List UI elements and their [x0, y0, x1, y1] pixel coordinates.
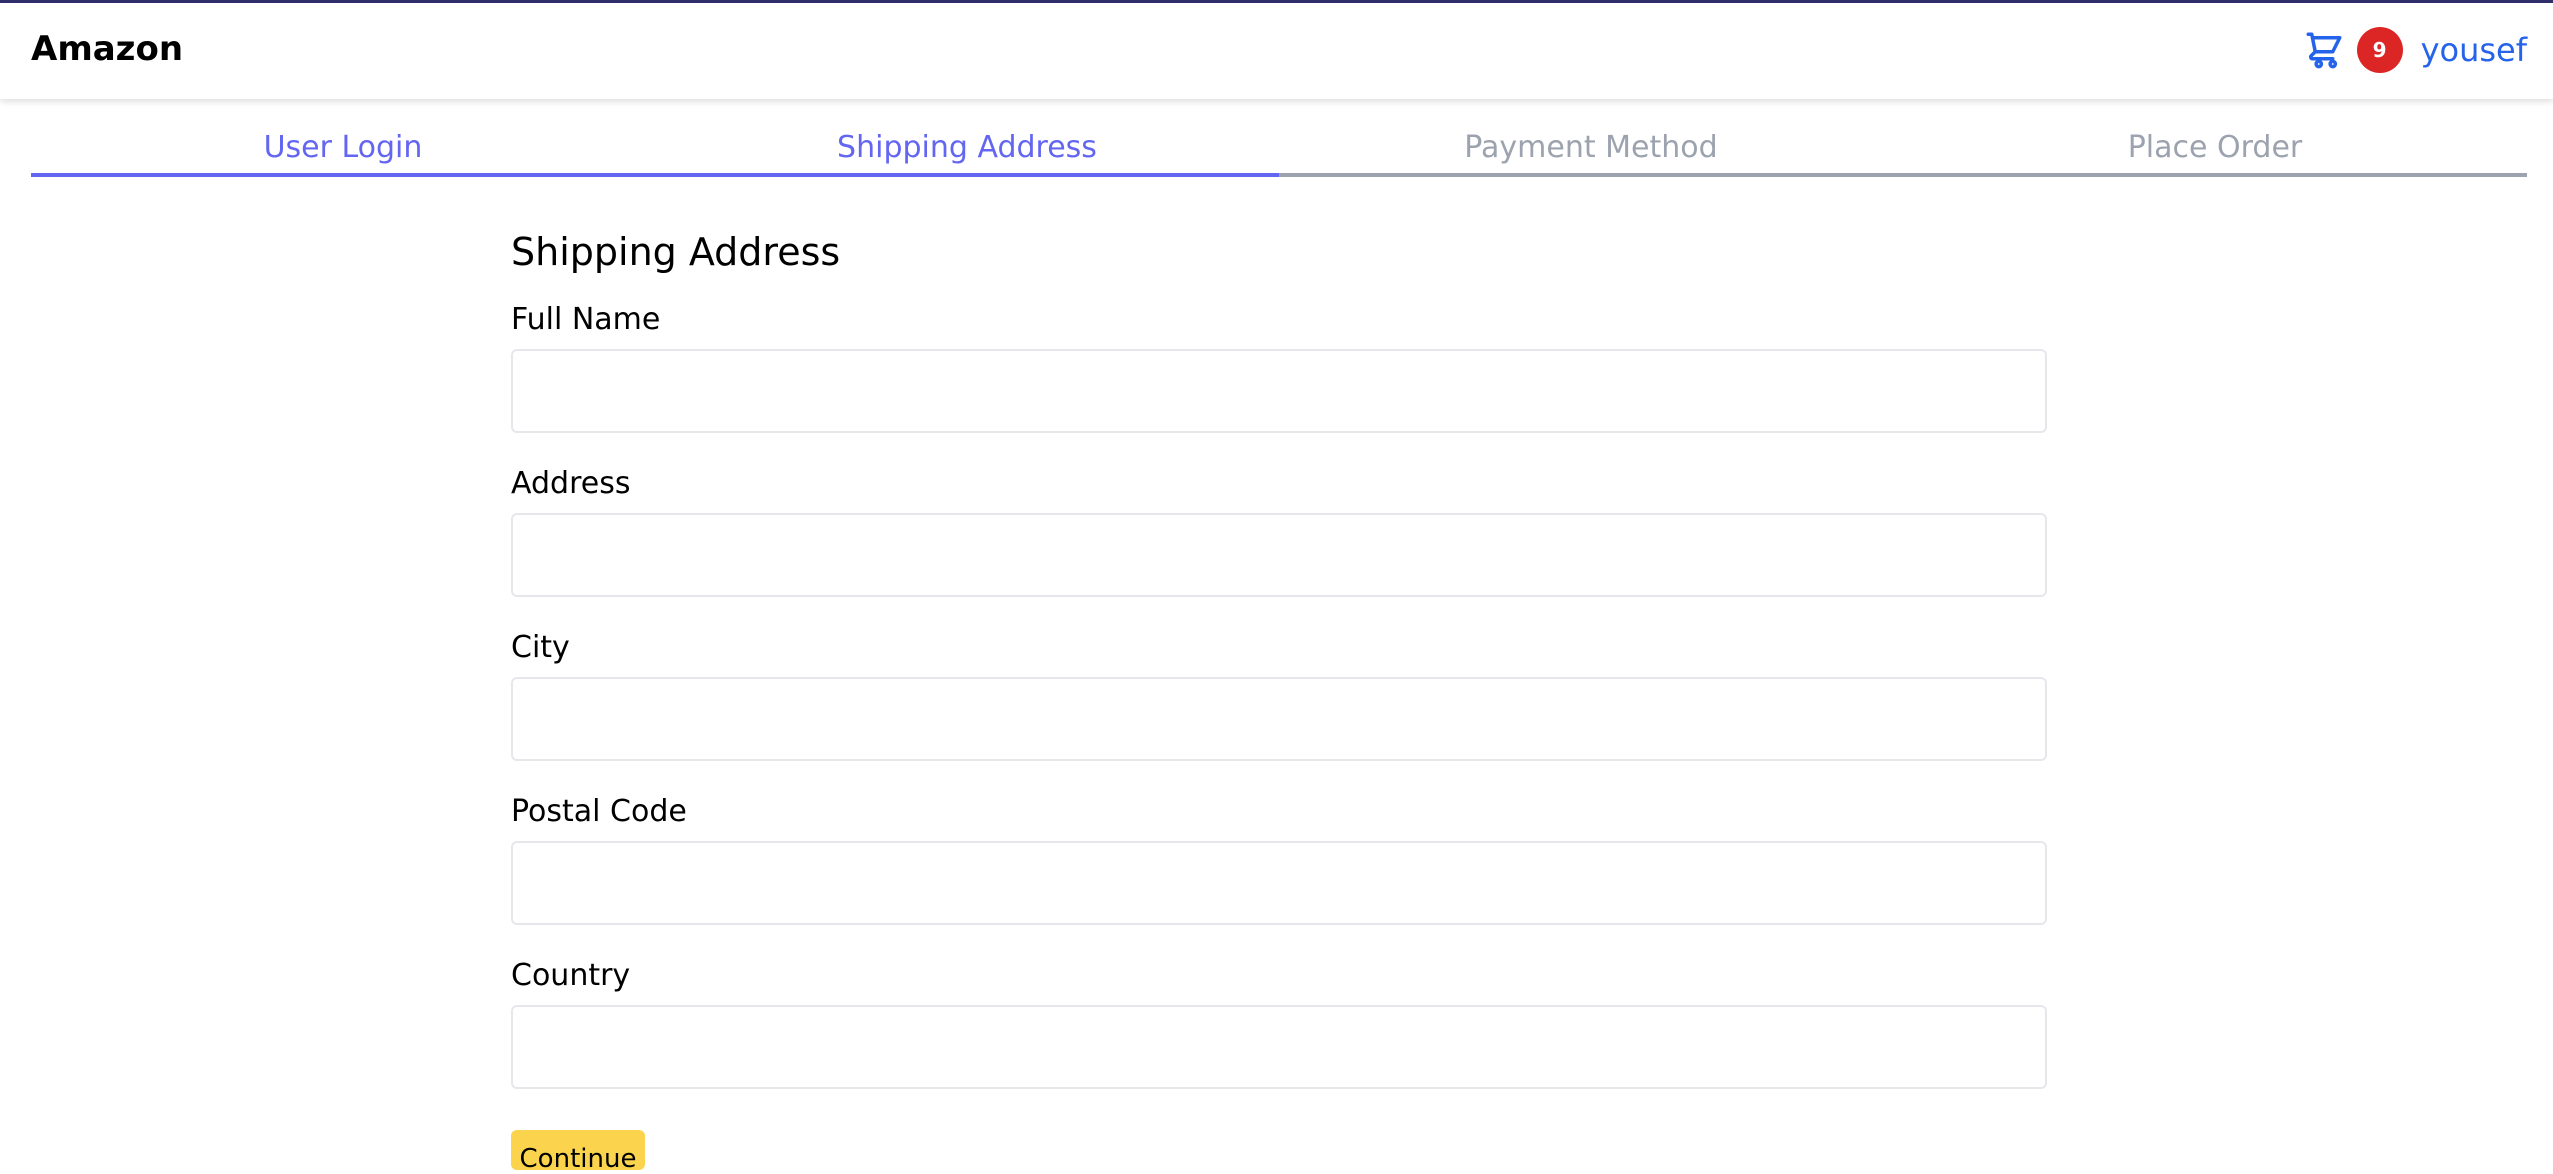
user-menu-link[interactable]: yousef — [2421, 31, 2527, 69]
city-field-group: City — [511, 629, 2047, 761]
cart-icon[interactable] — [2303, 29, 2345, 71]
step-shipping-address: Shipping Address — [655, 130, 1279, 177]
brand-logo-link[interactable]: Amazon — [31, 29, 183, 69]
header-actions: 9 yousef — [2303, 25, 2527, 75]
step-payment-method: Payment Method — [1279, 130, 1903, 177]
country-label: Country — [511, 958, 631, 993]
full-name-field-group: Full Name — [511, 301, 2047, 433]
address-label: Address — [511, 466, 631, 501]
cart-link[interactable]: 9 — [2303, 27, 2403, 73]
full-name-label: Full Name — [511, 302, 661, 337]
address-input[interactable] — [511, 513, 2047, 597]
continue-button[interactable]: Continue — [511, 1130, 645, 1174]
postal-code-label: Postal Code — [511, 794, 687, 829]
postal-code-input[interactable] — [511, 841, 2047, 925]
address-field-group: Address — [511, 465, 2047, 597]
country-input[interactable] — [511, 1005, 2047, 1089]
shipping-address-form: Shipping Address Full Name Address City … — [511, 225, 2047, 1121]
city-label: City — [511, 630, 570, 665]
page-title: Shipping Address — [511, 230, 841, 274]
checkout-steps: User Login Shipping Address Payment Meth… — [31, 130, 2527, 177]
postal-code-field-group: Postal Code — [511, 793, 2047, 925]
step-place-order: Place Order — [1903, 130, 2527, 177]
header: Amazon 9 yousef — [0, 3, 2553, 99]
cart-count-badge: 9 — [2356, 27, 2403, 73]
step-user-login: User Login — [31, 130, 655, 177]
country-field-group: Country — [511, 957, 2047, 1089]
city-input[interactable] — [511, 677, 2047, 761]
full-name-input[interactable] — [511, 349, 2047, 433]
